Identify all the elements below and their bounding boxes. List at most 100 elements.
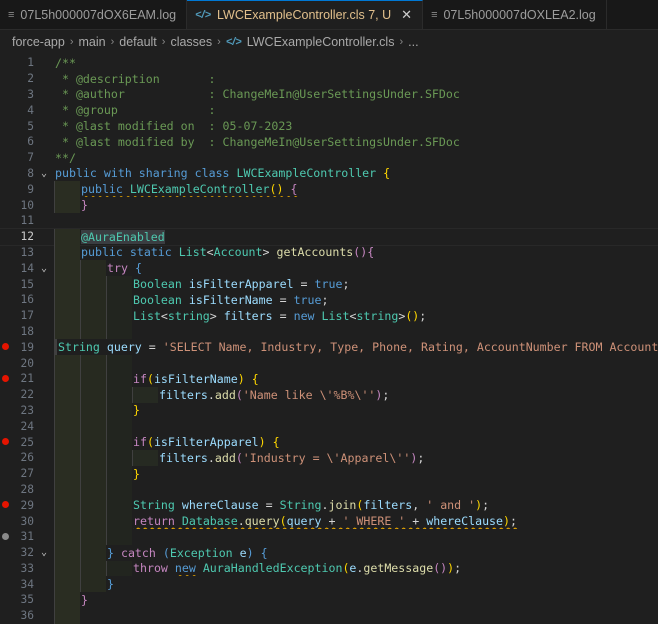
breadcrumb-item[interactable]: classes [170, 35, 212, 49]
code-line[interactable]: 29 String whereClause = String.join(filte… [0, 497, 658, 514]
breakpoint-gutter[interactable] [0, 324, 12, 340]
code-line[interactable]: 22 filters.add('Name like \'%B%\''); [0, 386, 658, 403]
breakpoint-gutter[interactable] [0, 355, 12, 371]
code-text[interactable]: * @last modified by : ChangeMeIn@UserSet… [54, 134, 658, 150]
breakpoint-gutter[interactable] [0, 276, 12, 292]
code-text[interactable]: * @description : [54, 71, 658, 87]
breakpoint-gutter[interactable] [0, 482, 12, 498]
breakpoint-gutter[interactable] [0, 245, 12, 261]
breadcrumb-item[interactable]: main [78, 35, 105, 49]
code-line[interactable]: 19 String query = 'SELECT Name, Industry,… [0, 339, 658, 356]
code-line[interactable]: 11 [0, 213, 658, 229]
code-line[interactable]: 1 /** [0, 55, 658, 71]
code-text[interactable]: return Database.query(query + ' WHERE ' … [54, 513, 658, 529]
code-line[interactable]: 18 [0, 323, 658, 340]
breakpoint-gutter[interactable] [0, 592, 12, 608]
code-text[interactable]: if(isFilterApparel) { [54, 434, 658, 450]
code-text[interactable]: try { [54, 260, 658, 277]
breakpoint-gutter[interactable] [0, 150, 12, 166]
code-text[interactable]: } [54, 576, 658, 593]
code-line[interactable]: 7 **/ [0, 150, 658, 166]
code-line[interactable]: 30 return Database.query(query + ' WHERE … [0, 513, 658, 529]
breakpoint-gutter[interactable] [0, 87, 12, 103]
code-text[interactable]: public static List<Account> getAccounts(… [54, 244, 658, 261]
breakpoint-gutter[interactable] [0, 450, 12, 466]
breakpoint-gutter[interactable] [0, 166, 12, 182]
code-line[interactable]: 17 List<string> filters = new List<string… [0, 307, 658, 324]
breakpoint-gutter[interactable] [0, 434, 12, 450]
code-text[interactable]: List<string> filters = new List<string>(… [54, 307, 658, 324]
code-text[interactable]: * @last modified on : 05-07-2023 [54, 118, 658, 134]
breakpoint-icon[interactable] [2, 438, 9, 446]
code-text[interactable]: } [54, 402, 658, 419]
code-text[interactable]: public with sharing class LWCExampleCont… [54, 166, 658, 182]
breakpoint-gutter[interactable] [0, 102, 12, 118]
code-line[interactable]: 31 [0, 528, 658, 545]
code-text[interactable]: String query = 'SELECT Name, Industry, T… [54, 339, 658, 356]
chevron-down-icon[interactable]: ⌄ [34, 547, 54, 558]
breakpoint-icon[interactable] [2, 501, 9, 509]
code-line[interactable]: 24 [0, 418, 658, 435]
close-icon[interactable]: ✕ [401, 7, 412, 23]
code-text[interactable]: Boolean isFilterName = true; [54, 291, 658, 308]
code-line[interactable]: 6 * @last modified by : ChangeMeIn@UserS… [0, 134, 658, 150]
breakpoint-gutter[interactable] [0, 260, 12, 276]
code-text[interactable] [54, 323, 658, 340]
code-text[interactable] [54, 418, 658, 435]
breakpoint-gutter[interactable] [0, 529, 12, 545]
code-text[interactable] [54, 355, 658, 371]
code-line[interactable]: 36 [0, 607, 658, 624]
code-line[interactable]: 10} [0, 197, 658, 213]
breakpoint-icon[interactable] [2, 374, 9, 382]
code-line[interactable]: 33 throw new AuraHandledException(e.getMe… [0, 560, 658, 577]
code-text[interactable]: String whereClause = String.join(filters… [54, 497, 658, 514]
breakpoint-icon[interactable] [2, 532, 9, 540]
breakpoint-gutter[interactable] [0, 308, 12, 324]
code-line[interactable]: 13 public static List<Account> getAccount… [0, 244, 658, 261]
code-text[interactable]: } [54, 465, 658, 482]
code-text[interactable]: } catch (Exception e) { [54, 544, 658, 561]
breakpoint-gutter[interactable] [0, 387, 12, 403]
code-text[interactable]: throw new AuraHandledException(e.getMess… [54, 560, 658, 577]
breakpoint-gutter[interactable] [0, 497, 12, 513]
code-line[interactable]: 15 Boolean isFilterApparel = true; [0, 276, 658, 292]
breadcrumb-item[interactable]: force-app [12, 35, 65, 49]
code-text[interactable]: filters.add('Name like \'%B%\''); [54, 386, 658, 403]
breakpoint-gutter[interactable] [0, 71, 12, 87]
chevron-down-icon[interactable]: ⌄ [34, 263, 54, 274]
code-line[interactable]: 12 @AuraEnabled [0, 227, 658, 246]
breakpoint-gutter[interactable] [0, 608, 12, 624]
code-line[interactable]: 4 * @group : [0, 102, 658, 118]
breakpoint-gutter[interactable] [0, 576, 12, 592]
code-line[interactable]: 5 * @last modified on : 05-07-2023 [0, 118, 658, 134]
breakpoint-gutter[interactable] [0, 213, 12, 229]
breakpoint-gutter[interactable] [0, 292, 12, 308]
breakpoint-gutter[interactable] [0, 134, 12, 150]
code-line[interactable]: 26 filters.add('Industry = \'Apparel\''); [0, 449, 658, 466]
code-line[interactable]: 27} [0, 465, 658, 482]
tab-log-2[interactable]: ≡ 07L5h000007dOXLEA2.log [423, 0, 607, 29]
breakpoint-gutter[interactable] [0, 229, 12, 245]
breakpoint-gutter[interactable] [0, 339, 12, 355]
code-line[interactable]: 32 ⌄} catch (Exception e) { [0, 544, 658, 561]
code-line[interactable]: 3 * @author : ChangeMeIn@UserSettingsUnd… [0, 87, 658, 103]
code-text[interactable]: @AuraEnabled [54, 228, 658, 245]
breakpoint-gutter[interactable] [0, 181, 12, 197]
code-line[interactable]: 21 if(isFilterName) { [0, 370, 658, 387]
breakpoint-gutter[interactable] [0, 545, 12, 561]
code-text[interactable]: } [54, 197, 658, 213]
tab-lwc-example-controller[interactable]: </> LWCExampleController.cls 7, U ✕ [187, 0, 424, 29]
code-line[interactable]: 8 ⌄ public with sharing class LWCExampleCo… [0, 166, 658, 182]
code-line[interactable]: 16 Boolean isFilterName = true; [0, 291, 658, 308]
code-line[interactable]: 20 [0, 355, 658, 371]
code-text[interactable] [54, 528, 658, 545]
breakpoint-gutter[interactable] [0, 118, 12, 134]
code-text[interactable]: public LWCExampleController() { [54, 181, 658, 198]
code-text[interactable]: * @group : [54, 102, 658, 118]
code-line[interactable]: 28 [0, 481, 658, 498]
breadcrumb-item[interactable]: ... [408, 35, 418, 49]
breakpoint-gutter[interactable] [0, 197, 12, 213]
code-text[interactable]: } [54, 592, 658, 608]
code-line[interactable]: 14 ⌄ try { [0, 260, 658, 277]
code-line[interactable]: 23} [0, 402, 658, 419]
